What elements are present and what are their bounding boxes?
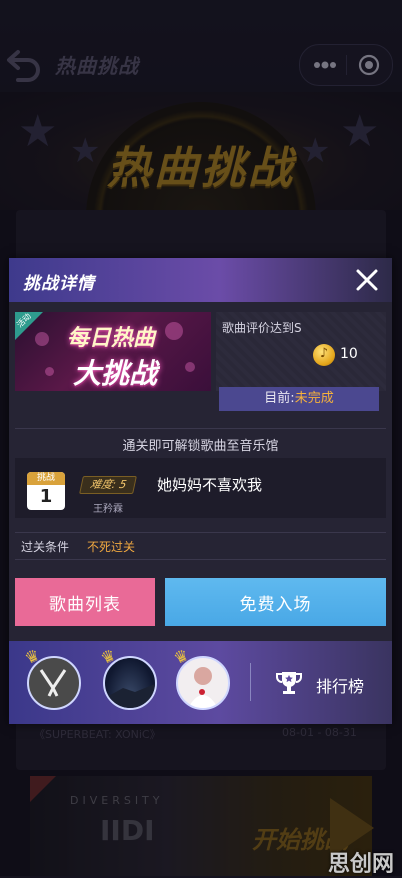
song-list-button[interactable]: 歌曲列表 xyxy=(15,578,155,626)
modal-title: 挑战详情 xyxy=(23,274,95,294)
condition-value: 不死过关 xyxy=(87,540,136,554)
bokeh-dot xyxy=(45,367,54,376)
close-icon[interactable] xyxy=(351,264,383,296)
challenge-banner-image: 活动 每日热曲 大挑战 xyxy=(15,312,211,391)
trophy-icon[interactable] xyxy=(275,669,303,697)
watermark: 思创网 xyxy=(328,852,395,877)
song-row: 挑战 1 难度: 5 她妈妈不喜欢我 王矜霖 xyxy=(15,458,386,518)
bokeh-dot xyxy=(165,322,183,340)
coin-icon: ♪ xyxy=(313,344,335,366)
leaderboard-button[interactable]: 排行榜 xyxy=(316,673,364,697)
unlock-info: 通关即可解锁歌曲至音乐馆 xyxy=(15,428,386,460)
banner-line-2: 大挑战 xyxy=(73,357,158,390)
status-prefix: 目前: xyxy=(264,391,295,406)
reward-panel: 歌曲评价达到S ♪ 10 目前:未完成 xyxy=(216,312,386,411)
status-badge: 目前:未完成 xyxy=(219,387,379,411)
difficulty-badge: 难度: 5 xyxy=(79,476,138,494)
free-entry-button[interactable]: 免费入场 xyxy=(165,578,386,626)
unlock-text: 通关即可解锁歌曲至音乐馆 xyxy=(122,439,279,454)
reward-condition: 歌曲评价达到S xyxy=(222,321,302,335)
bokeh-dot xyxy=(185,362,195,372)
status-value: 未完成 xyxy=(294,391,334,406)
song-title: 她妈妈不喜欢我 xyxy=(157,476,263,494)
ranking-strip: ♛ ♛ ♛ 排行榜 xyxy=(9,641,392,724)
banner-line-1: 每日热曲 xyxy=(67,326,156,351)
calendar-icon: 挑战 1 xyxy=(27,472,65,510)
modal-header: 挑战详情 xyxy=(9,258,392,302)
pass-condition: 过关条件 不死过关 xyxy=(15,532,386,560)
condition-label: 过关条件 xyxy=(21,540,70,554)
challenge-detail-modal: 挑战详情 活动 每日热曲 大挑战 歌曲评价达到S ♪ 10 目前:未完成 通关即… xyxy=(9,258,392,724)
reward-count: 10 xyxy=(340,346,358,362)
strip-divider xyxy=(250,663,251,701)
song-artist: 王矜霖 xyxy=(93,504,123,515)
